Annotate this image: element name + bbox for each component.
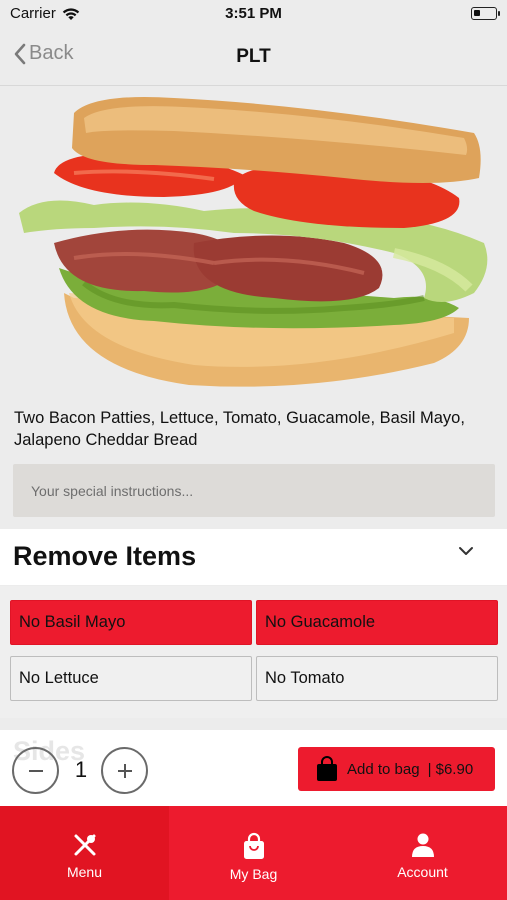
quantity-value: 1 <box>74 757 88 782</box>
product-image <box>0 88 507 398</box>
special-instructions-input[interactable] <box>13 464 495 517</box>
option-no-basil-mayo[interactable]: No Basil Mayo <box>10 600 252 645</box>
tab-my-bag[interactable]: My Bag <box>169 806 338 900</box>
tab-label: Account <box>397 864 448 880</box>
fork-knife-icon <box>74 834 95 856</box>
plus-icon <box>117 763 132 778</box>
option-label: No Basil Mayo <box>19 613 126 631</box>
option-no-tomato[interactable]: No Tomato <box>256 656 498 701</box>
navigation-bar: Back PLT <box>0 30 507 86</box>
item-description: Two Bacon Patties, Lettuce, Tomato, Guac… <box>14 409 465 449</box>
status-bar: Carrier 3:51 PM <box>0 0 507 30</box>
option-label: No Guacamole <box>265 613 376 631</box>
option-label: No Lettuce <box>19 669 99 687</box>
sandwich-illustration <box>18 97 487 387</box>
option-label: No Tomato <box>265 669 345 687</box>
price-label: | $6.90 <box>427 760 474 778</box>
tab-account[interactable]: Account <box>338 806 507 900</box>
option-no-lettuce[interactable]: No Lettuce <box>10 656 252 701</box>
remove-items-options: No Basil Mayo No Guacamole No Lettuce No… <box>0 586 507 718</box>
bag-icon <box>243 832 264 859</box>
tab-label: My Bag <box>229 866 278 882</box>
decrease-quantity-button[interactable] <box>12 747 59 794</box>
chevron-down-icon <box>459 547 473 555</box>
tab-menu[interactable]: Menu <box>0 806 169 900</box>
increase-quantity-button[interactable] <box>101 747 148 794</box>
option-no-guacamole[interactable]: No Guacamole <box>256 600 498 645</box>
battery-icon <box>471 7 500 20</box>
remove-items-title: Remove Items <box>13 541 197 571</box>
page-title: PLT <box>236 46 271 67</box>
add-to-bag-button[interactable]: Add to bag | $6.90 <box>298 747 495 791</box>
minus-icon <box>28 769 43 772</box>
bag-icon <box>317 756 337 781</box>
tab-label: Menu <box>66 864 103 880</box>
remove-items-header[interactable]: Remove Items <box>0 529 507 585</box>
add-to-bag-label: Add to bag <box>347 760 420 778</box>
tab-bar: Menu My Bag Account <box>0 806 507 900</box>
clock: 3:51 PM <box>225 5 282 22</box>
person-icon <box>411 833 434 857</box>
